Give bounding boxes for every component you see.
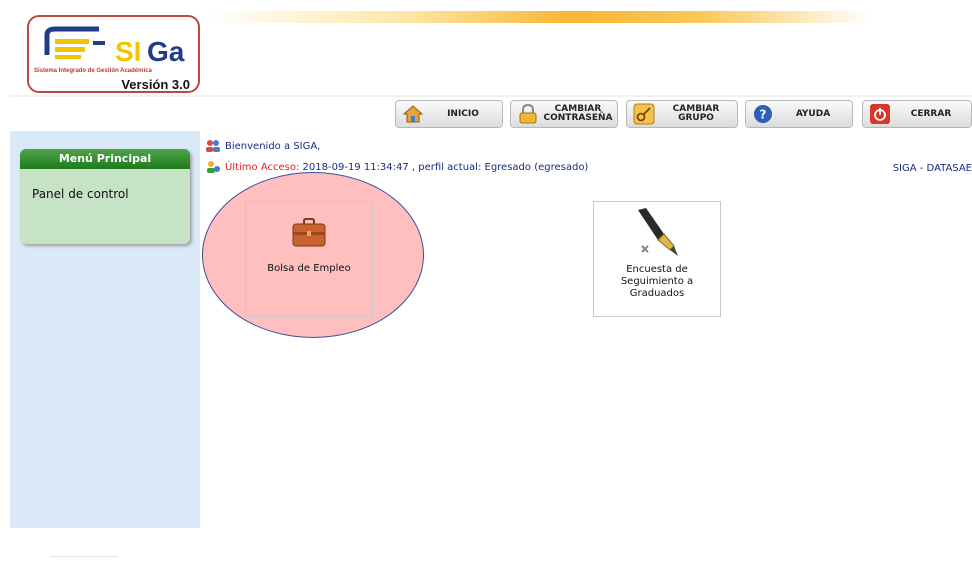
module-title: Encuesta de Seguimiento a Graduados xyxy=(620,264,694,299)
welcome-line: Bienvenido a SIGA, xyxy=(205,139,320,153)
briefcase-icon xyxy=(292,218,326,247)
power-icon xyxy=(870,104,890,124)
inicio-button[interactable]: INICIO xyxy=(395,100,503,128)
last-access-label: Último Acceso: xyxy=(225,161,300,173)
module-bolsa-de-empleo[interactable]: Bolsa de Empleo xyxy=(245,201,373,317)
last-access-line: Último Acceso: 2018-09-19 11:34:47 , per… xyxy=(205,160,588,174)
cerrar-button[interactable]: CERRAR xyxy=(862,100,972,128)
cambiar-contrasena-button[interactable]: CAMBIAR CONTRASEÑA xyxy=(510,100,618,128)
nav-separator xyxy=(10,95,972,97)
cerrar-label: CERRAR xyxy=(910,108,952,119)
siga-logo[interactable]: SI Ga Sistema Integrado de Gestión Acadé… xyxy=(27,15,200,93)
sidebar-item-panel-de-control[interactable]: Panel de control xyxy=(32,187,129,201)
menu-title: Menú Principal xyxy=(20,149,190,169)
top-gradient-bar xyxy=(205,11,870,23)
logo-subtitle: Sistema Integrado de Gestión Académica xyxy=(34,68,152,74)
cambiar-contrasena-label: CAMBIAR CONTRASEÑA xyxy=(543,104,613,123)
key-icon xyxy=(633,103,655,125)
cambiar-grupo-button[interactable]: CAMBIAR GRUPO xyxy=(626,100,738,128)
last-access-value: 2018-09-19 11:34:47 , perfil actual: Egr… xyxy=(302,161,589,173)
home-icon xyxy=(402,105,424,123)
svg-text:Ga: Ga xyxy=(147,36,185,67)
logo-version: Versión 3.0 xyxy=(121,77,190,92)
welcome-text: Bienvenido a SIGA, xyxy=(225,140,321,152)
footer-line xyxy=(50,556,118,565)
system-name: SIGA - DATASAE xyxy=(892,163,972,174)
svg-text:?: ? xyxy=(760,108,767,122)
lock-icon xyxy=(519,103,537,124)
user-status-icon xyxy=(207,161,220,173)
main-menu-panel: Menú Principal Panel de control xyxy=(20,149,190,244)
users-icon xyxy=(206,140,220,152)
help-icon: ? xyxy=(754,105,772,123)
ayuda-label: AYUDA xyxy=(795,108,831,119)
ayuda-button[interactable]: ? AYUDA xyxy=(745,100,853,128)
module-encuesta-seguimiento[interactable]: Encuesta de Seguimiento a Graduados xyxy=(593,201,721,317)
inicio-label: INICIO xyxy=(447,108,479,119)
svg-text:SI: SI xyxy=(115,36,141,67)
fountain-pen-icon xyxy=(638,208,678,256)
module-title: Bolsa de Empleo xyxy=(267,263,351,274)
cambiar-grupo-label: CAMBIAR GRUPO xyxy=(672,104,720,123)
